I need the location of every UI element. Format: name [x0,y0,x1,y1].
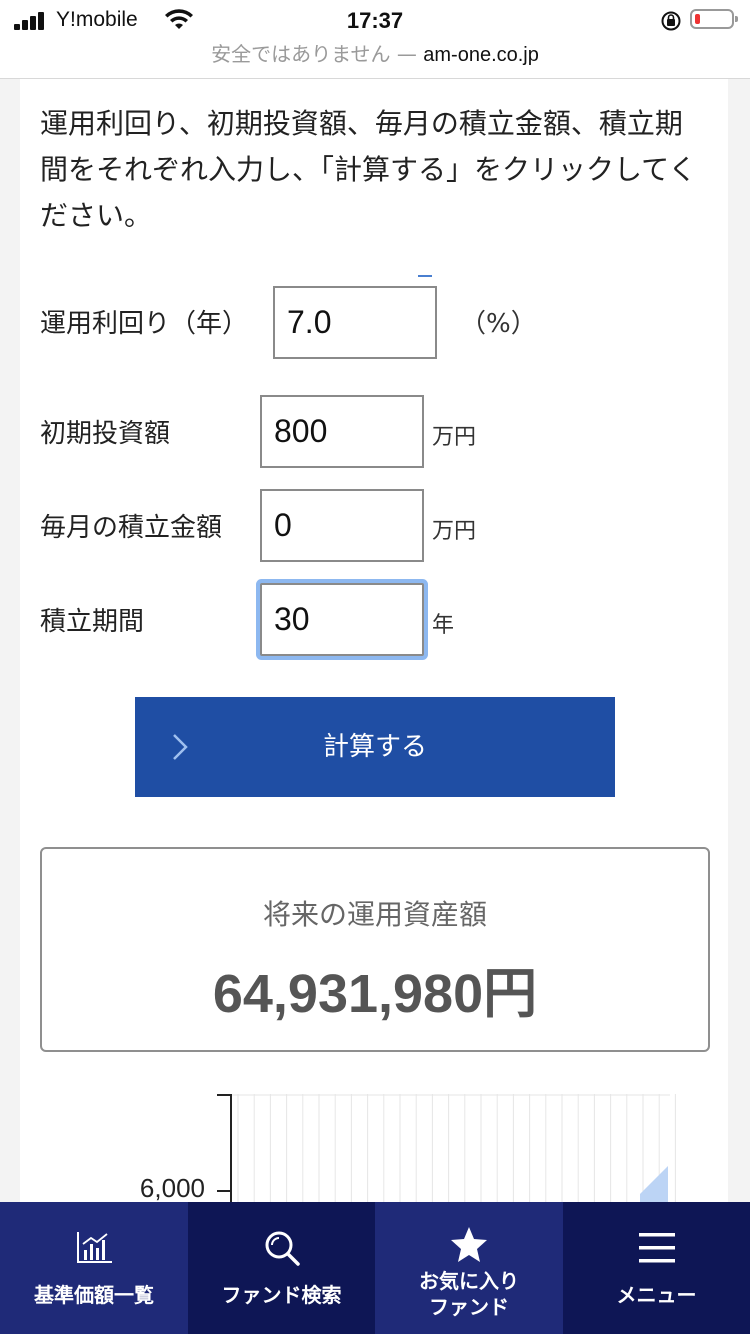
nav-favorite-funds-label-line2: ファンド [429,1295,509,1319]
menu-icon [638,1233,675,1263]
status-bar: Y!mobile 17:37 [0,0,750,40]
address-bar[interactable]: 安全ではありません — am-one.co.jp [0,40,750,79]
initial-amount-unit: 万円 [432,425,477,450]
url-host: am-one.co.jp [423,44,539,66]
rate-input[interactable]: 7.0 [273,286,437,359]
nav-fund-search[interactable]: ファンド検索 [188,1202,375,1334]
nav-favorite-funds[interactable]: お気に入り ファンド [375,1202,563,1334]
result-panel: 将来の運用資産額 64,931,980円 [40,847,710,1052]
insecure-warning: 安全ではありません [211,42,391,66]
initial-amount-label: 初期投資額 [40,419,171,449]
rate-label: 運用利回り（年） [40,309,249,339]
monthly-amount-label: 毎月の積立金額 [40,513,223,543]
bottom-nav: 基準価額一覧 ファンド検索 お気に入り ファンド メニュー [0,1202,750,1334]
monthly-amount-input[interactable]: 0 [260,489,424,562]
period-unit: 年 [432,613,455,638]
nav-menu-label: メニュー [616,1283,697,1307]
status-time: 17:37 [346,8,404,33]
result-value: 64,931,980円 [42,949,708,1028]
decorative-dash [418,275,432,277]
rotation-lock-icon [661,11,681,31]
star-icon [451,1227,487,1262]
nav-fund-prices-label: 基準価額一覧 [34,1283,154,1307]
search-icon [265,1231,300,1266]
result-unit: 円 [483,962,538,1025]
calculate-button-label: 計算する [322,732,427,762]
period-input[interactable]: 30 [260,583,424,656]
nav-favorite-funds-label-line1: お気に入り [419,1269,519,1293]
nav-menu[interactable]: メニュー [563,1202,750,1334]
url-separator: — [390,42,424,66]
monthly-amount-unit: 万円 [432,519,477,544]
period-label: 積立期間 [40,607,145,637]
nav-fund-prices[interactable]: 基準価額一覧 [0,1202,188,1334]
y-tick-label-6000: 6,000 [140,1173,205,1203]
chevron-right-icon [173,734,188,760]
page-content: 運用利回り、初期投資額、毎月の積立金額、積立期間をそれぞれ入力し、「計算する」を… [20,79,728,1334]
battery-icon [690,9,738,29]
intro-text: 運用利回り、初期投資額、毎月の積立金額、積立期間をそれぞれ入力し、「計算する」を… [40,107,697,232]
chart-bars-icon [77,1232,112,1263]
rate-unit: （%） [460,309,537,339]
nav-favorite-funds-label: お気に入り ファンド [375,1268,563,1320]
result-title: 将来の運用資産額 [262,898,487,931]
result-amount: 64,931,980 [212,964,484,1024]
initial-amount-input[interactable]: 800 [260,395,424,468]
calculate-button[interactable]: 計算する [135,697,615,797]
nav-fund-search-label: ファンド検索 [221,1283,342,1307]
